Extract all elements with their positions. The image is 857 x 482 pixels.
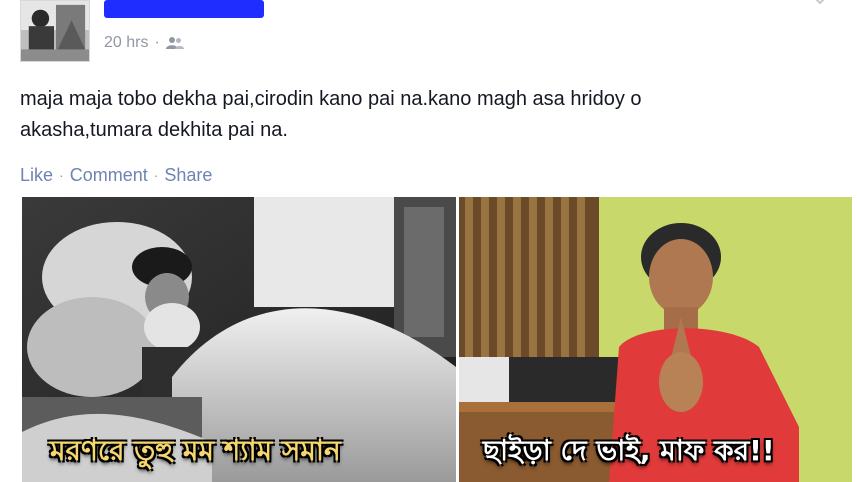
redaction-scribble-tail	[104, 11, 108, 13]
post-actions: Like · Comment · Share	[20, 163, 212, 187]
post-text: maja maja tobo dekha pai,cirodin kano pa…	[20, 84, 820, 146]
friends-icon[interactable]	[165, 36, 184, 50]
photo-caption: ছাইড়া দে ভাই, মাফ কর!!	[483, 434, 775, 467]
photo-left[interactable]: মরণরে তুহু মম শ্যাম সমান	[22, 197, 456, 482]
photo-caption: মরণরে তুহু মম শ্যাম সমান	[50, 434, 341, 467]
post-text-line: maja maja tobo dekha pai,cirodin kano pa…	[20, 88, 642, 110]
comment-link[interactable]: Comment	[70, 165, 148, 186]
post-timestamp[interactable]: 20 hrs	[104, 34, 148, 52]
share-link[interactable]: Share	[164, 165, 212, 186]
author-name[interactable]	[104, 0, 264, 18]
post-text-line: akasha,tumara dekhita pai na.	[20, 119, 288, 141]
like-link[interactable]: Like	[20, 165, 53, 186]
post-meta: 20 hrs ·	[104, 33, 184, 53]
action-separator: ·	[153, 167, 159, 183]
author-avatar[interactable]	[20, 0, 90, 62]
photo-right[interactable]: ছাইড়া দে ভাই, মাফ কর!!	[459, 197, 852, 482]
action-separator: ·	[59, 167, 64, 183]
redaction-scribble	[104, 0, 264, 18]
chevron-down-icon[interactable]	[811, 0, 829, 6]
meta-separator: ·	[154, 34, 160, 51]
